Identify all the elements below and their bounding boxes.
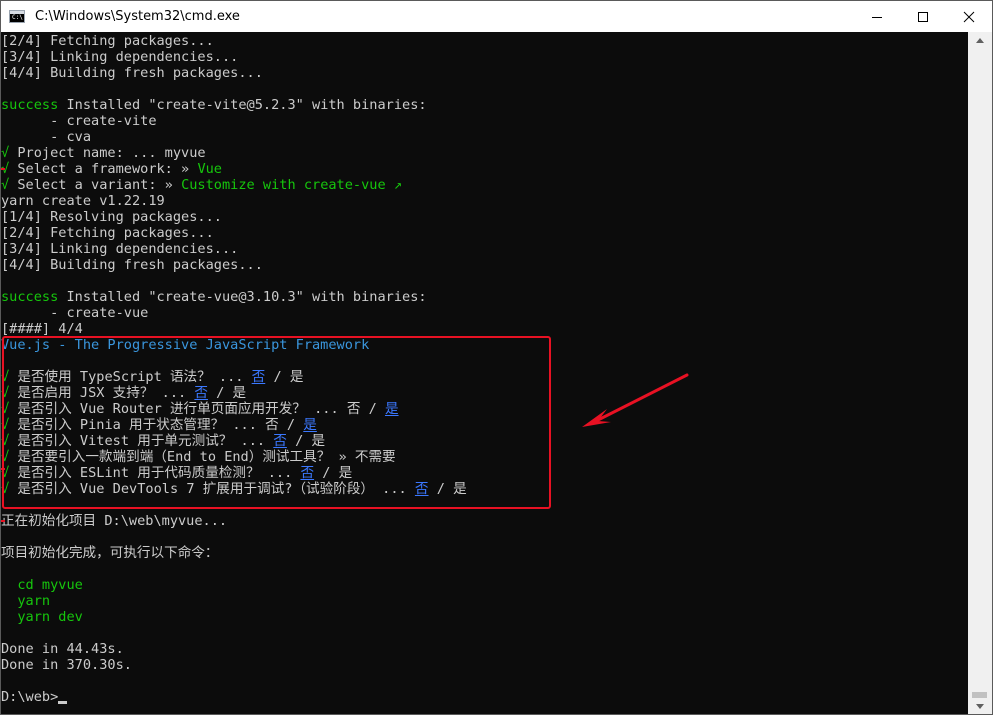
terminal-line: - cva xyxy=(1,129,467,145)
terminal-text: [4/4] Building fresh packages... xyxy=(1,65,263,81)
scroll-up-button[interactable] xyxy=(968,32,992,49)
chevron-up-icon xyxy=(976,38,984,43)
terminal-line: [3/4] Linking dependencies... xyxy=(1,241,467,257)
terminal-text: [3/4] Linking dependencies... xyxy=(1,49,239,65)
terminal-text: Customize with create-vue ↗ xyxy=(181,177,403,193)
terminal-text: success xyxy=(1,97,59,113)
terminal-text: - create-vite xyxy=(1,113,157,129)
terminal-text: Select a variant: » xyxy=(9,177,182,193)
annotation-tick xyxy=(1,520,5,522)
scroll-down-button[interactable] xyxy=(968,698,992,714)
terminal-line: success Installed "create-vite@5.2.3" wi… xyxy=(1,97,467,113)
terminal-text: √ xyxy=(1,145,10,161)
terminal-line: - create-vue xyxy=(1,305,467,321)
terminal-text: Installed "create-vue@3.10.3" with binar… xyxy=(58,289,427,305)
terminal-line: Done in 370.30s. xyxy=(1,657,467,673)
terminal-text: cd myvue xyxy=(1,577,83,593)
terminal-line: [1/4] Resolving packages... xyxy=(1,209,467,225)
cmd-app-icon[interactable]: C:\ xyxy=(9,10,25,23)
terminal-text: [2/4] Fetching packages... xyxy=(1,225,214,241)
terminal-line: [####] 4/4 xyxy=(1,321,467,337)
terminal-line: yarn create v1.22.19 xyxy=(1,193,467,209)
minimize-button[interactable] xyxy=(854,1,900,32)
chevron-down-icon xyxy=(976,704,984,709)
terminal-text: [1/4] Resolving packages... xyxy=(1,209,222,225)
terminal-line: success Installed "create-vue@3.10.3" wi… xyxy=(1,289,467,305)
terminal-line: √ Project name: ... myvue xyxy=(1,145,467,161)
maximize-button[interactable] xyxy=(900,1,946,32)
terminal-text: yarn create v1.22.19 xyxy=(1,193,165,209)
terminal-text: [####] 4/4 xyxy=(1,321,83,337)
vertical-scrollbar[interactable] xyxy=(968,32,992,714)
terminal-line: cd myvue xyxy=(1,577,467,593)
terminal-line: 正在初始化项目 D:\web\myvue... xyxy=(1,513,467,529)
terminal-text: - cva xyxy=(1,129,92,145)
cmd-app-icon-label: C:\ xyxy=(12,14,23,21)
terminal-text: Installed "create-vite@5.2.3" with binar… xyxy=(58,97,427,113)
terminal-line: [2/4] Fetching packages... xyxy=(1,225,467,241)
terminal-text: Done in 44.43s. xyxy=(1,641,124,657)
terminal-text: Project name: ... myvue xyxy=(9,145,206,161)
text-cursor xyxy=(58,701,68,704)
annotation-arrow-icon xyxy=(582,373,689,427)
close-icon xyxy=(963,11,975,22)
terminal-line: [2/4] Fetching packages... xyxy=(1,33,467,49)
terminal-text: D:\web> xyxy=(1,689,59,705)
terminal-line: yarn xyxy=(1,593,467,609)
terminal-line: D:\web> xyxy=(1,689,467,705)
terminal-text: √ xyxy=(1,177,10,193)
annotation-highlight-box xyxy=(2,336,551,509)
terminal-line: [4/4] Building fresh packages... xyxy=(1,65,467,81)
cmd-window: C:\ C:\Windows\System32\cmd.exe [2/4] Fe… xyxy=(0,0,993,715)
close-button[interactable] xyxy=(946,1,992,32)
terminal-line: [4/4] Building fresh packages... xyxy=(1,257,467,273)
terminal-text: [4/4] Building fresh packages... xyxy=(1,257,263,273)
terminal-line: √ Select a variant: » Customize with cre… xyxy=(1,177,467,193)
terminal-text: success xyxy=(1,289,59,305)
terminal-line: √ Select a framework: » Vue xyxy=(1,161,467,177)
terminal-line: Done in 44.43s. xyxy=(1,641,467,657)
terminal-output[interactable]: [2/4] Fetching packages... [3/4] Linking … xyxy=(1,32,968,714)
terminal-line: - create-vite xyxy=(1,113,467,129)
terminal-text: 正在初始化项目 D:\web\myvue... xyxy=(1,513,228,529)
window-title: C:\Windows\System32\cmd.exe xyxy=(35,9,240,24)
terminal-line: yarn dev xyxy=(1,609,467,625)
terminal-text: [2/4] Fetching packages... xyxy=(1,33,214,49)
terminal-text: [3/4] Linking dependencies... xyxy=(1,241,239,257)
terminal-text: Vue xyxy=(197,161,222,177)
terminal-text: Done in 370.30s. xyxy=(1,657,132,673)
terminal-text: yarn xyxy=(1,593,51,609)
terminal-text: - create-vue xyxy=(1,305,149,321)
title-bar[interactable]: C:\ C:\Windows\System32\cmd.exe xyxy=(1,1,992,32)
minimize-icon xyxy=(872,16,882,18)
maximize-icon xyxy=(918,11,928,22)
terminal-text: yarn dev xyxy=(1,609,83,625)
terminal-text: Select a framework: » xyxy=(9,161,198,177)
terminal-line: [3/4] Linking dependencies... xyxy=(1,49,467,65)
annotation-tick xyxy=(1,168,5,170)
terminal-text: 项目初始化完成，可执行以下命令： xyxy=(1,545,219,561)
terminal-line: 项目初始化完成，可执行以下命令： xyxy=(1,545,467,561)
